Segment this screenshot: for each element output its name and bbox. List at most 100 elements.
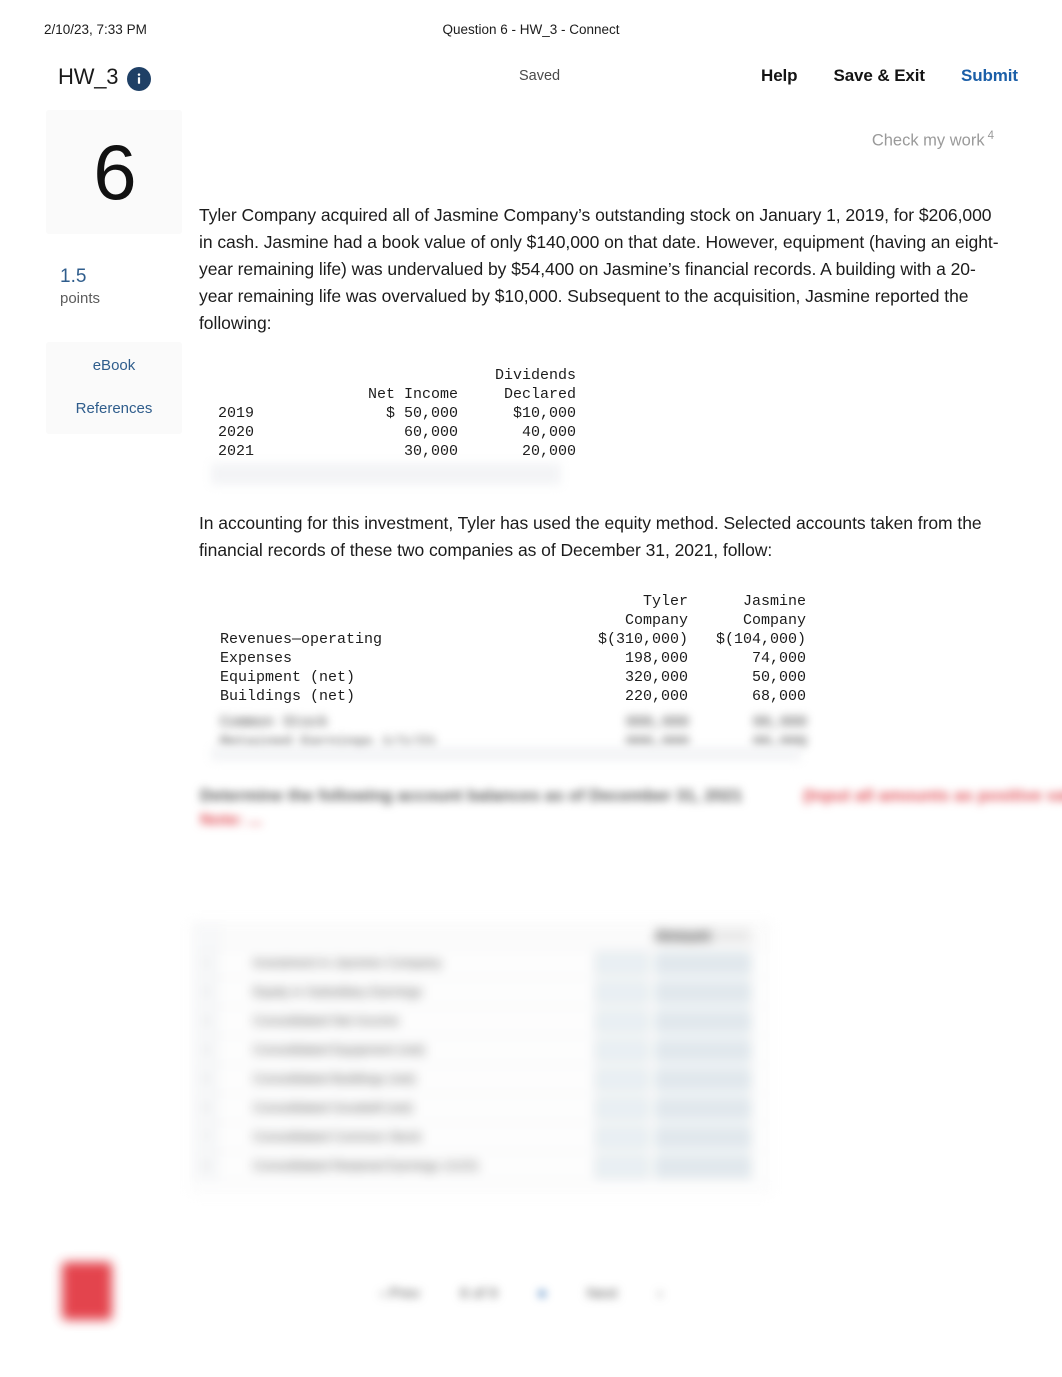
row-index: 3 bbox=[193, 1007, 219, 1035]
row-index bbox=[193, 923, 219, 948]
answer-input[interactable] bbox=[655, 1155, 751, 1178]
cell-year: 2021 bbox=[218, 442, 255, 460]
print-header: 2/10/23, 7:33 PM Question 6 - HW_3 - Con… bbox=[0, 22, 1062, 44]
table-row: 2021 30,000 20,000 bbox=[218, 442, 576, 461]
redacted-band bbox=[211, 462, 561, 485]
cell-dividends: 40,000 bbox=[521, 423, 576, 441]
answer-row-label: Consolidated Net Income bbox=[253, 1013, 399, 1028]
redacted-row-label: Common Stock bbox=[220, 713, 329, 731]
selected-accounts-table: Tyler Jasmine Company Company Revenues—o… bbox=[220, 592, 806, 706]
table-header-row: Net Income Declared bbox=[218, 385, 576, 404]
th-blank-c bbox=[218, 385, 346, 404]
ebook-link[interactable]: eBook bbox=[46, 354, 182, 377]
answer-grid-row[interactable]: 2 Equity in Subsidiary Earnings bbox=[193, 978, 769, 1007]
answer-input[interactable] bbox=[655, 1126, 751, 1149]
table-row: Revenues—operating $(310,000) $(104,000) bbox=[220, 630, 806, 649]
question-rail: 6 1.5 points eBook References bbox=[46, 110, 182, 434]
print-title: Question 6 - HW_3 - Connect bbox=[442, 22, 620, 37]
submit-button[interactable]: Submit bbox=[961, 66, 1018, 86]
currency-prefix bbox=[595, 952, 649, 975]
row-index: 4 bbox=[193, 1036, 219, 1064]
pager-dot-icon[interactable]: ● bbox=[538, 1285, 547, 1302]
answer-row-label: Consolidated Equipment (net) bbox=[253, 1042, 425, 1057]
table-header-row: Dividends bbox=[218, 366, 576, 385]
row-index: 8 bbox=[193, 1152, 219, 1180]
currency-prefix bbox=[595, 1126, 649, 1149]
requirement-prompt: Determine the following account balances… bbox=[200, 785, 743, 805]
answer-input[interactable] bbox=[655, 981, 751, 1004]
pager-next-button[interactable]: Next bbox=[587, 1285, 618, 1302]
th-jasmine-company: Company bbox=[742, 611, 806, 629]
answer-grid-row[interactable]: 6 Consolidated Goodwill (net) bbox=[193, 1094, 769, 1123]
save-and-exit-button[interactable]: Save & Exit bbox=[833, 66, 925, 86]
th-net-income: Net Income bbox=[367, 385, 458, 403]
question-page: 2/10/23, 7:33 PM Question 6 - HW_3 - Con… bbox=[0, 0, 1062, 1377]
answer-grid-row[interactable]: 8 Consolidated Retained Earnings 1/1/21 bbox=[193, 1152, 769, 1181]
row-index: 6 bbox=[193, 1094, 219, 1122]
answer-input[interactable] bbox=[655, 952, 751, 975]
cell-tyler-value: 320,000 bbox=[624, 668, 688, 686]
answer-input[interactable] bbox=[655, 1039, 751, 1062]
redacted-table-values: 00,000 00,000 bbox=[697, 714, 807, 751]
answer-input[interactable] bbox=[655, 1068, 751, 1091]
cell-year: 2019 bbox=[218, 404, 255, 422]
answer-grid-header: Amount bbox=[193, 923, 769, 949]
income-dividends-table: Dividends Net Income Declared 2019 $ 50,… bbox=[218, 366, 576, 461]
answer-row-label: Investment in Jasmine Company bbox=[253, 955, 442, 970]
help-button[interactable]: Help bbox=[761, 66, 798, 86]
currency-prefix bbox=[595, 981, 649, 1004]
th-tyler: Tyler bbox=[642, 592, 688, 610]
toolbar-actions: Help Save & Exit Submit bbox=[761, 66, 1018, 86]
references-link[interactable]: References bbox=[46, 397, 182, 420]
cell-dividends: 20,000 bbox=[521, 442, 576, 460]
cell-jasmine-value: 74,000 bbox=[751, 649, 806, 667]
requirement-prompt-tail: (Input all amounts as positive values.) bbox=[803, 785, 1062, 805]
cell-account-label: Equipment (net) bbox=[220, 668, 356, 686]
cell-jasmine-value: 50,000 bbox=[751, 668, 806, 686]
app-toolbar: HW_3 Saved Help Save & Exit Submit bbox=[0, 58, 1062, 102]
answer-grid-row[interactable]: 3 Consolidated Net Income bbox=[193, 1007, 769, 1036]
th-blank-b bbox=[220, 611, 570, 630]
info-icon[interactable] bbox=[127, 67, 151, 91]
redacted-table-values: 000,000 000,000 bbox=[579, 714, 689, 751]
answer-input[interactable] bbox=[655, 1097, 751, 1120]
cell-year: 2020 bbox=[218, 423, 255, 441]
saved-status: Saved bbox=[519, 68, 561, 84]
row-index: 1 bbox=[193, 949, 219, 977]
cell-tyler-value: 220,000 bbox=[624, 687, 688, 705]
cell-jasmine-value: 68,000 bbox=[751, 687, 806, 705]
redacted-value: 000,000 bbox=[625, 713, 689, 731]
question-pager[interactable]: ‹ Prev 6 of 9 ● Next › bbox=[380, 1275, 760, 1311]
pager-last-button[interactable]: › bbox=[657, 1285, 662, 1302]
answer-row-label: Consolidated Retained Earnings 1/1/21 bbox=[253, 1158, 480, 1173]
th-jasmine: Jasmine bbox=[742, 592, 806, 610]
answer-input[interactable] bbox=[655, 1010, 751, 1033]
answer-grid-header-amount: Amount bbox=[655, 928, 751, 945]
currency-prefix bbox=[595, 1068, 649, 1091]
points-label: points bbox=[60, 290, 101, 307]
answer-grid-row[interactable]: 5 Consolidated Buildings (net) bbox=[193, 1065, 769, 1094]
cell-dividends: $10,000 bbox=[512, 404, 576, 422]
cell-net-income: 30,000 bbox=[403, 442, 458, 460]
answer-row-label: Consolidated Goodwill (net) bbox=[253, 1100, 413, 1115]
requirement-prompt-sub: Note: ... bbox=[200, 809, 263, 829]
redacted-table-rows: Common Stock Retained Earnings 1/1/21 bbox=[220, 714, 436, 751]
check-my-work-button[interactable]: Check my work 4 bbox=[872, 130, 994, 151]
row-index: 5 bbox=[193, 1065, 219, 1093]
cell-account-label: Buildings (net) bbox=[220, 687, 356, 705]
answer-grid-row[interactable]: 7 Consolidated Common Stock bbox=[193, 1123, 769, 1152]
cell-account-label: Expenses bbox=[220, 649, 293, 667]
answer-row-label: Consolidated Buildings (net) bbox=[253, 1071, 416, 1086]
answer-grid-row[interactable]: 1 Investment in Jasmine Company bbox=[193, 949, 769, 978]
income-dividends-table-wrap: Dividends Net Income Declared 2019 $ 50,… bbox=[199, 366, 999, 488]
table-row: 2020 60,000 40,000 bbox=[218, 423, 576, 442]
answer-grid[interactable]: Amount 1 Investment in Jasmine Company 2… bbox=[192, 922, 770, 1194]
th-tyler-company: Company bbox=[624, 611, 688, 629]
table-row: Expenses 198,000 74,000 bbox=[220, 649, 806, 668]
pager-prev-button[interactable]: ‹ Prev bbox=[380, 1285, 420, 1302]
question-paragraph-1: Tyler Company acquired all of Jasmine Co… bbox=[199, 205, 999, 333]
question-paragraph-2: In accounting for this investment, Tyler… bbox=[199, 512, 982, 560]
currency-prefix bbox=[595, 1097, 649, 1120]
answer-grid-row[interactable]: 4 Consolidated Equipment (net) bbox=[193, 1036, 769, 1065]
requirement-prompt-wrap: Determine the following account balances… bbox=[199, 785, 1062, 848]
